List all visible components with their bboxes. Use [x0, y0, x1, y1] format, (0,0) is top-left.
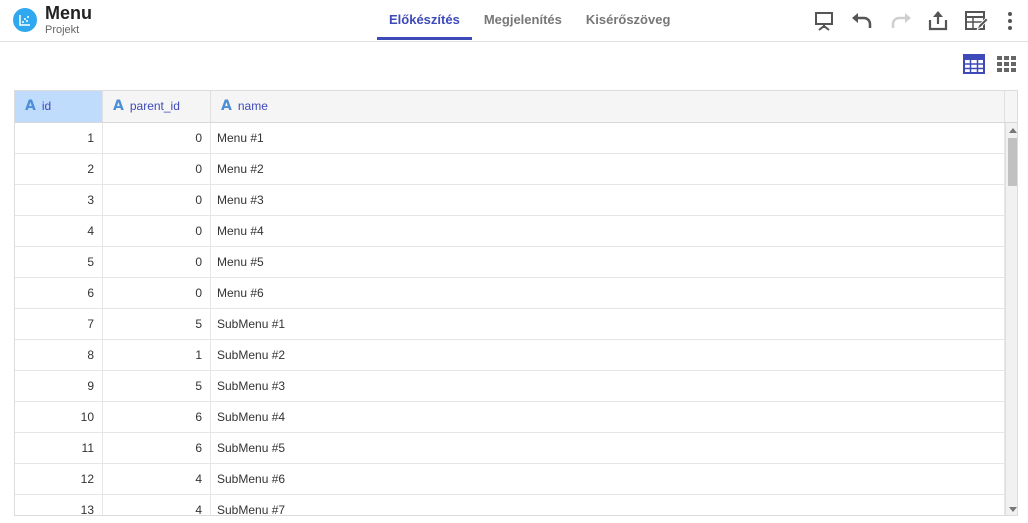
- column-header-name[interactable]: Aname: [211, 91, 1005, 122]
- cell-parent-id[interactable]: 5: [103, 371, 211, 401]
- cell-name[interactable]: Menu #2: [211, 154, 1005, 184]
- table-view-icon[interactable]: [963, 53, 985, 75]
- text-type-icon: A: [113, 98, 124, 114]
- table-row[interactable]: 3 0 Menu #3: [15, 185, 1005, 216]
- cell-id[interactable]: 1: [15, 123, 103, 153]
- table-row[interactable]: 6 0 Menu #6: [15, 278, 1005, 309]
- edit-table-icon[interactable]: [963, 8, 989, 34]
- tab-bar: Előkészítés Megjelenítés Kisérőszöveg: [377, 0, 682, 40]
- tab-megjelenites[interactable]: Megjelenítés: [472, 0, 574, 40]
- cell-name[interactable]: Menu #4: [211, 216, 1005, 246]
- cell-id[interactable]: 9: [15, 371, 103, 401]
- column-label: name: [237, 99, 268, 113]
- table-row[interactable]: 13 4 SubMenu #7: [15, 495, 1005, 515]
- scroll-up-icon[interactable]: [1009, 128, 1017, 133]
- scroll-thumb[interactable]: [1008, 138, 1017, 186]
- text-type-icon: A: [221, 98, 232, 114]
- column-header-id[interactable]: Aid: [15, 91, 103, 122]
- cell-parent-id[interactable]: 1: [103, 340, 211, 370]
- scroll-down-icon[interactable]: [1009, 507, 1017, 512]
- cell-name[interactable]: SubMenu #6: [211, 464, 1005, 494]
- cell-parent-id[interactable]: 6: [103, 402, 211, 432]
- redo-icon[interactable]: [888, 8, 914, 34]
- table-row[interactable]: 7 5 SubMenu #1: [15, 309, 1005, 340]
- more-vert-icon[interactable]: [1002, 8, 1018, 34]
- undo-icon[interactable]: [849, 8, 875, 34]
- table-row[interactable]: 2 0 Menu #2: [15, 154, 1005, 185]
- cell-name[interactable]: Menu #1: [211, 123, 1005, 153]
- cell-parent-id[interactable]: 0: [103, 185, 211, 215]
- table-row[interactable]: 5 0 Menu #5: [15, 247, 1005, 278]
- cell-id[interactable]: 3: [15, 185, 103, 215]
- page-subtitle: Projekt: [45, 24, 80, 36]
- cell-parent-id[interactable]: 6: [103, 433, 211, 463]
- data-table: Aid Aparent_id Aname 1 0 Menu #1 2 0 Menu #2 3…: [14, 90, 1018, 516]
- table-row[interactable]: 1 0 Menu #1: [15, 123, 1005, 154]
- cell-parent-id[interactable]: 4: [103, 464, 211, 494]
- cell-id[interactable]: 2: [15, 154, 103, 184]
- table-row[interactable]: 10 6 SubMenu #4: [15, 402, 1005, 433]
- top-bar: Menu Projekt Előkészítés Megjelenítés Ki…: [0, 0, 1028, 42]
- column-label: parent_id: [129, 99, 180, 113]
- cell-id[interactable]: 7: [15, 309, 103, 339]
- page-title: Menu: [45, 3, 92, 23]
- cell-parent-id[interactable]: 0: [103, 247, 211, 277]
- cell-id[interactable]: 6: [15, 278, 103, 308]
- table-row[interactable]: 11 6 SubMenu #5: [15, 433, 1005, 464]
- cell-parent-id[interactable]: 0: [103, 154, 211, 184]
- cell-name[interactable]: Menu #5: [211, 247, 1005, 277]
- app-logo-icon[interactable]: [13, 8, 37, 32]
- cell-id[interactable]: 13: [15, 495, 103, 515]
- cell-name[interactable]: Menu #3: [211, 185, 1005, 215]
- share-icon[interactable]: [925, 8, 951, 34]
- tab-kiseroszoveg[interactable]: Kisérőszöveg: [574, 0, 683, 40]
- cell-name[interactable]: Menu #6: [211, 278, 1005, 308]
- cell-name[interactable]: SubMenu #2: [211, 340, 1005, 370]
- table-row[interactable]: 4 0 Menu #4: [15, 216, 1005, 247]
- table-row[interactable]: 9 5 SubMenu #3: [15, 371, 1005, 402]
- cell-id[interactable]: 12: [15, 464, 103, 494]
- table-body: 1 0 Menu #1 2 0 Menu #2 3 0 Menu #3 4 0 Menu #4 5 0 Me…: [15, 123, 1005, 515]
- cell-parent-id[interactable]: 0: [103, 216, 211, 246]
- cell-name[interactable]: SubMenu #5: [211, 433, 1005, 463]
- cell-name[interactable]: SubMenu #3: [211, 371, 1005, 401]
- cell-parent-id[interactable]: 0: [103, 278, 211, 308]
- cell-parent-id[interactable]: 0: [103, 123, 211, 153]
- table-header: Aid Aparent_id Aname: [15, 91, 1017, 123]
- table-row[interactable]: 8 1 SubMenu #2: [15, 340, 1005, 371]
- cell-id[interactable]: 11: [15, 433, 103, 463]
- column-label: id: [41, 99, 52, 113]
- cell-parent-id[interactable]: 4: [103, 495, 211, 515]
- grid-view-icon[interactable]: [995, 53, 1017, 75]
- tab-elokeszites[interactable]: Előkészítés: [377, 0, 472, 40]
- cell-name[interactable]: SubMenu #7: [211, 495, 1005, 515]
- cell-id[interactable]: 4: [15, 216, 103, 246]
- cell-name[interactable]: SubMenu #1: [211, 309, 1005, 339]
- column-header-parent-id[interactable]: Aparent_id: [103, 91, 211, 122]
- cell-name[interactable]: SubMenu #4: [211, 402, 1005, 432]
- cell-id[interactable]: 5: [15, 247, 103, 277]
- cell-id[interactable]: 8: [15, 340, 103, 370]
- text-type-icon: A: [25, 98, 36, 114]
- vertical-scrollbar[interactable]: [1005, 123, 1017, 515]
- cell-parent-id[interactable]: 5: [103, 309, 211, 339]
- cell-id[interactable]: 10: [15, 402, 103, 432]
- presentation-icon[interactable]: [811, 8, 837, 34]
- table-row[interactable]: 12 4 SubMenu #6: [15, 464, 1005, 495]
